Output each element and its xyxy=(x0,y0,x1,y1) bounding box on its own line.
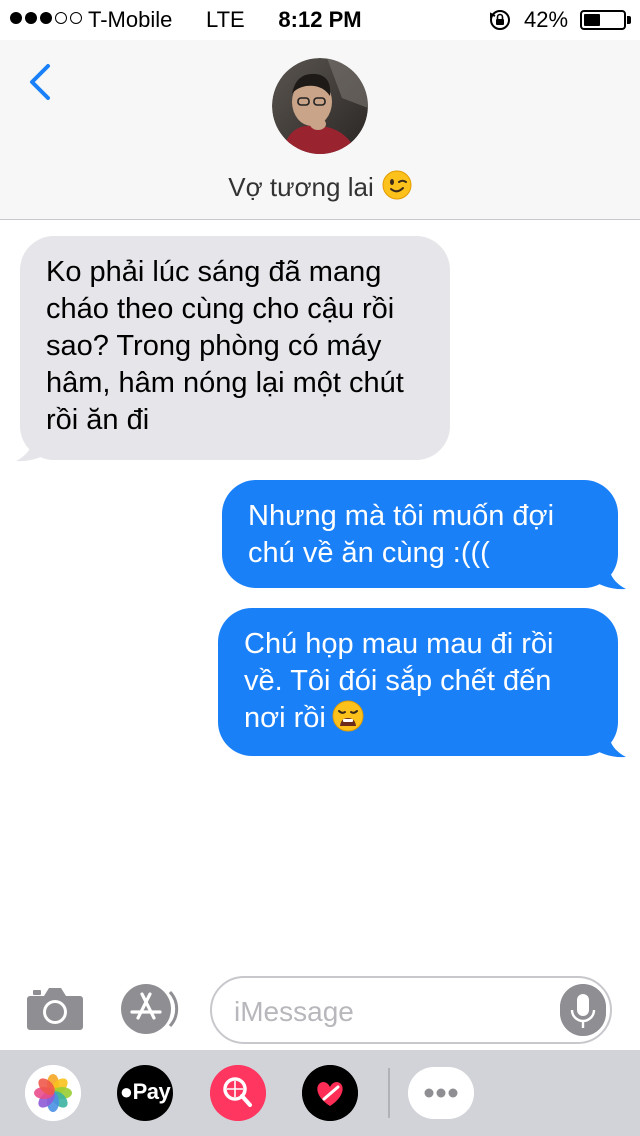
imessage-input[interactable]: iMessage xyxy=(210,976,612,1044)
battery-fill xyxy=(584,14,600,26)
digital-touch-app-icon[interactable] xyxy=(302,1065,358,1121)
apple-pay-text: Pay xyxy=(132,1079,171,1104)
imessage-placeholder: iMessage xyxy=(234,996,354,1027)
apple-pay-label: ●Pay xyxy=(117,1079,173,1105)
weary-face-emoji-icon xyxy=(332,700,364,732)
message-text: Nhưng mà tôi muốn đợi chú về ăn cùng :((… xyxy=(248,500,555,569)
battery-percentage: 42% xyxy=(524,7,569,32)
app-store-icon[interactable] xyxy=(118,982,180,1036)
app-drawer: ●Pay xyxy=(0,1050,640,1136)
back-chevron-icon[interactable] xyxy=(22,60,62,104)
contact-name-title[interactable]: Vợ tương lai xyxy=(0,170,640,203)
status-bar: T-Mobile LTE 8:12 PM 42% xyxy=(0,0,640,40)
battery-nub xyxy=(627,16,631,24)
message-bubble-outgoing[interactable]: Chú họp mau mau đi rồi về. Tôi đói sắp c… xyxy=(218,608,618,756)
microphone-icon[interactable] xyxy=(560,984,606,1036)
message-text: Chú họp mau mau đi rồi về. Tôi đói sắp c… xyxy=(244,628,554,734)
contact-avatar[interactable] xyxy=(272,58,368,154)
message-bubble-outgoing[interactable]: Nhưng mà tôi muốn đợi chú về ăn cùng :((… xyxy=(222,480,618,588)
apple-pay-app-icon[interactable]: ●Pay xyxy=(117,1065,173,1121)
conversation-header: Vợ tương lai xyxy=(0,40,640,220)
winking-face-emoji-icon xyxy=(382,170,412,200)
message-text: Ko phải lúc sáng đã mang cháo theo cùng … xyxy=(46,256,404,436)
more-apps-icon[interactable] xyxy=(408,1067,474,1119)
contact-name-text: Vợ tương lai xyxy=(228,172,374,202)
rotation-lock-icon xyxy=(490,10,510,30)
battery-icon xyxy=(580,10,626,30)
drawer-divider xyxy=(388,1068,390,1118)
apple-logo-icon: ● xyxy=(119,1079,133,1104)
photos-app-icon[interactable] xyxy=(25,1065,81,1121)
message-bubble-incoming[interactable]: Ko phải lúc sáng đã mang cháo theo cùng … xyxy=(20,236,450,460)
search-images-app-icon[interactable] xyxy=(210,1065,266,1121)
camera-icon[interactable] xyxy=(26,984,84,1032)
